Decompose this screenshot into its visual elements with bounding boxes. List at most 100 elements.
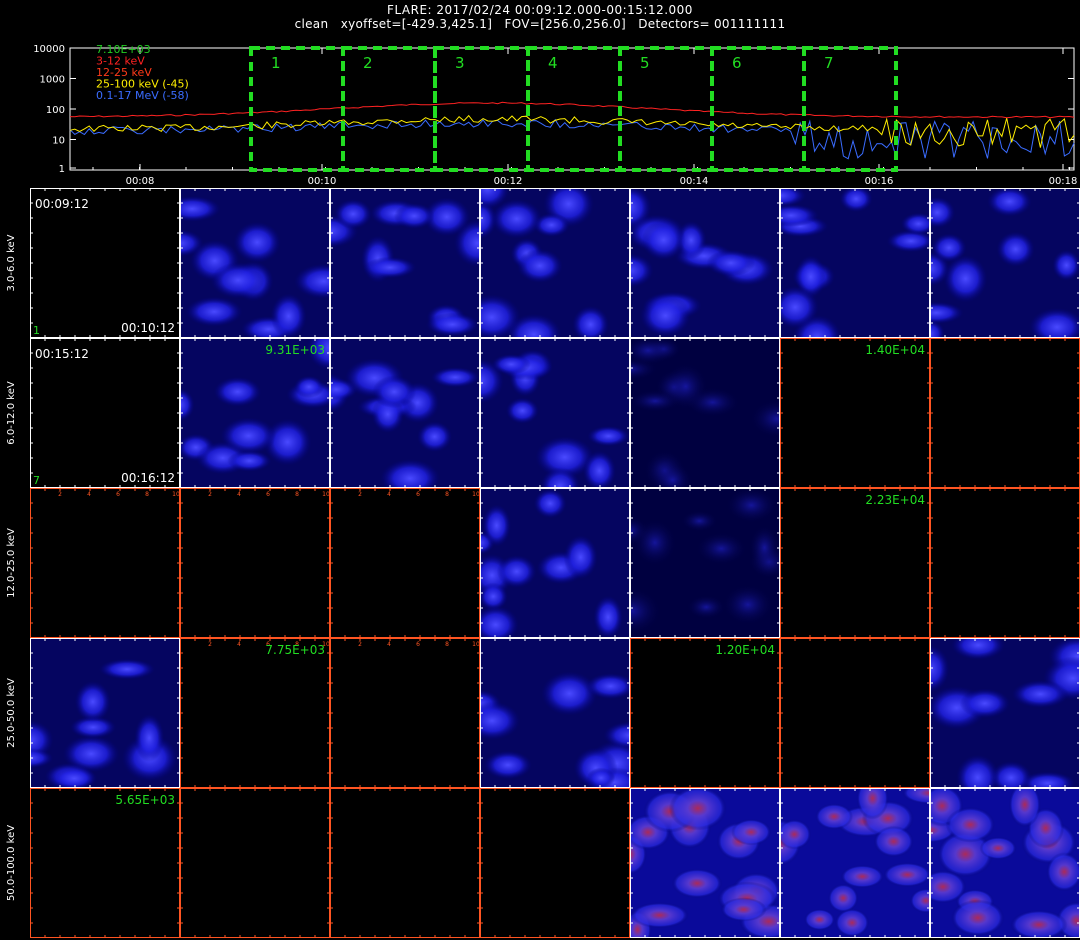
source-map (630, 338, 780, 488)
axis-tick-label: 4 (87, 491, 91, 498)
axis-tick-label: 2 (208, 641, 212, 648)
source-map (30, 638, 180, 788)
image-cell-r2-c7 (930, 338, 1080, 488)
curve-3-12-kev (69, 101, 1075, 119)
source-blob (804, 908, 835, 931)
source-blob (74, 681, 111, 723)
time-interval-label: 4 (548, 54, 558, 72)
axis-tick-label: 2 (358, 641, 362, 648)
source-blob (496, 555, 537, 588)
image-cell-r2-c4 (480, 338, 630, 488)
peak-value: 5.65E+03 (115, 793, 175, 807)
interval-index: 7 (33, 474, 40, 487)
source-blob (668, 788, 727, 831)
source-blob (334, 199, 372, 229)
peak-value: 2.23E+04 (865, 493, 925, 507)
source-blob (220, 417, 277, 455)
source-blob (695, 532, 747, 566)
axis-tick-label: 6 (116, 491, 120, 498)
source-blob (431, 367, 480, 388)
image-cell-r5-c7 (930, 788, 1080, 938)
flare-title: FLARE: 2017/02/24 00:09:12.000-00:15:12.… (387, 3, 693, 17)
image-cell-r3-c5 (630, 488, 780, 638)
source-blob (835, 908, 870, 937)
source-blob (98, 658, 156, 680)
source-map (930, 188, 1080, 338)
cell-background (180, 788, 330, 938)
image-cell-r2-c3 (330, 338, 480, 488)
source-blob (987, 188, 1032, 217)
source-blob (293, 375, 325, 399)
time-interval-label: 1 (271, 54, 281, 72)
source-map (480, 188, 630, 338)
y-tick-label: 100 (46, 105, 65, 116)
cell-background (780, 638, 930, 788)
peak-value: 7.75E+03 (265, 643, 325, 657)
source-blob (828, 883, 859, 913)
source-blob (706, 249, 756, 277)
source-blob (363, 256, 417, 279)
cell-background (180, 488, 330, 638)
axis-tick-label: 8 (445, 491, 449, 498)
source-blob (780, 819, 812, 850)
cell-background (330, 488, 480, 638)
source-blob (372, 375, 417, 409)
interval-start-time: 00:09:12 (35, 197, 89, 211)
source-blob (593, 595, 623, 638)
source-blob (491, 354, 531, 375)
axis-tick-label: 6 (416, 491, 420, 498)
time-interval-label: 6 (732, 54, 742, 72)
source-blob (541, 671, 598, 716)
lightcurve-panel: 10000 1000 100 10 1 00:08 00:10 00:12 00:14 00:16… (33, 43, 1077, 186)
image-cell-r3-c1 (30, 488, 180, 638)
axis-tick-label: 8 (295, 491, 299, 498)
source-blob (720, 897, 767, 922)
source-map (630, 188, 780, 338)
source-blob (213, 376, 262, 407)
source-map (480, 338, 630, 488)
energy-band-label: 6.0-12.0 keV (6, 381, 17, 445)
image-cell-r3-c3 (330, 488, 480, 638)
cell-background (180, 638, 330, 788)
interval-index: 1 (33, 324, 40, 337)
time-interval-box (710, 46, 806, 172)
image-cell-r2-c5 (630, 338, 780, 488)
image-cell-r5-c6 (780, 788, 930, 938)
axis-tick-label: 4 (387, 491, 391, 498)
interval-start-time: 00:15:12 (35, 347, 89, 361)
x-tick-label: 00:14 (680, 176, 709, 186)
source-blob (731, 818, 772, 846)
source-blob (749, 525, 780, 571)
image-cell-r5-c2 (180, 788, 330, 938)
axis-tick-label: 4 (237, 491, 241, 498)
time-interval-box (341, 46, 437, 172)
image-cell-r5-c3 (330, 788, 480, 938)
y-tick-label: 1000 (40, 75, 65, 86)
time-interval-label: 5 (640, 54, 650, 72)
source-blob (883, 862, 930, 887)
image-cell-r1-c6 (780, 188, 930, 338)
x-tick-label: 00:10 (308, 176, 337, 186)
source-blob (270, 293, 307, 338)
image-cell-r4-c7 (930, 638, 1080, 788)
image-cell-r4-c6 (780, 638, 930, 788)
energy-band-label: 12.0-25.0 keV (6, 528, 17, 598)
image-cell-r3-c7 (930, 488, 1080, 638)
axis-tick-label: 2 (358, 491, 362, 498)
source-map (480, 638, 630, 788)
source-blob (134, 714, 165, 762)
source-blob (533, 488, 567, 519)
image-cell-r1-c4 (480, 188, 630, 338)
source-blob (210, 262, 266, 299)
cell-background (930, 488, 1080, 638)
axis-tick-label: 4 (387, 641, 391, 648)
axis-tick-label: 10 (172, 491, 180, 498)
source-map (780, 188, 930, 338)
axis-tick-label: 6 (266, 491, 270, 498)
axis-tick-label: 10 (472, 641, 480, 648)
source-blob (839, 188, 873, 212)
x-tick-label: 00:12 (494, 176, 523, 186)
source-map (630, 788, 780, 938)
image-cell-r4-c3 (330, 638, 480, 788)
source-map (180, 188, 330, 338)
